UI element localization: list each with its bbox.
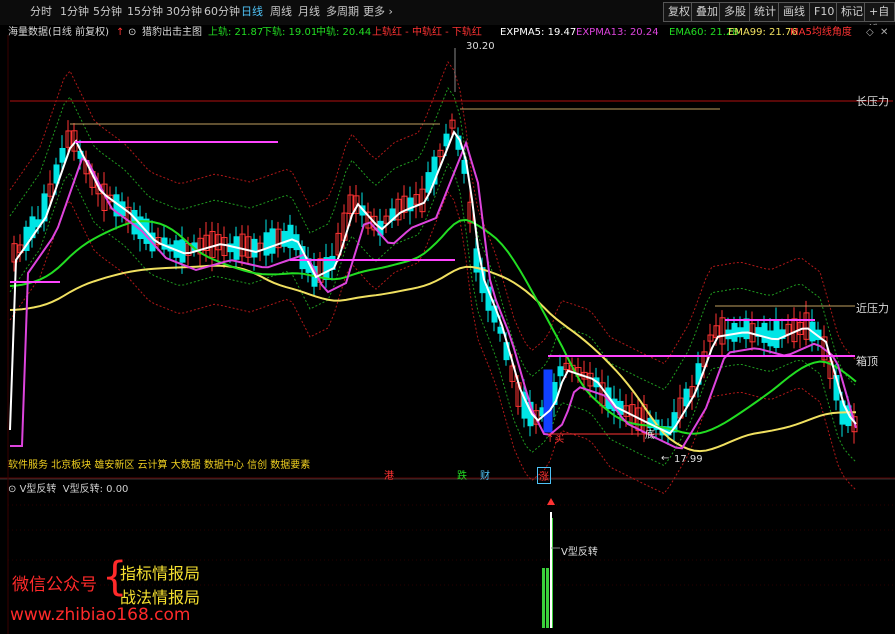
tab-period-minute[interactable]: 分时	[30, 4, 52, 20]
subchart-toggle-icon[interactable]: ⊙	[8, 484, 20, 495]
stats-button[interactable]: 统计	[749, 2, 781, 22]
header-item: MA5均线角度	[790, 27, 852, 38]
header-item: EXPMA13: 20.24	[576, 27, 659, 38]
header-item: EMA99: 21.76	[728, 27, 798, 38]
watermark-wechat: 微信公众号	[12, 575, 97, 595]
candle-body	[287, 224, 294, 249]
candle-body	[263, 232, 270, 256]
add-watchlist-button[interactable]: +自选	[864, 2, 895, 36]
candle-body	[557, 366, 564, 377]
candle-body	[743, 318, 750, 340]
stock-name: 海量数据(日线 前复权)	[8, 27, 109, 38]
candle-body	[161, 237, 168, 250]
kline-chart[interactable]	[0, 25, 895, 634]
indicator-name[interactable]: 猎豹出击主图	[142, 26, 202, 40]
indicator-toggle-icon[interactable]: ⊙	[128, 26, 136, 40]
close-icon[interactable]: ✕	[880, 26, 888, 40]
tab-period-15min[interactable]: 15分钟	[127, 4, 163, 20]
candle-body	[281, 230, 288, 247]
f10-button[interactable]: F10	[809, 2, 840, 22]
watermark-url: www.zhibiao168.com	[10, 605, 191, 625]
tab-period-weekly[interactable]: 周线	[270, 4, 292, 20]
subchart-header: ⊙ V型反转 V型反转: 0.00	[8, 480, 128, 495]
event-marker[interactable]: 跌	[457, 467, 467, 482]
tab-period-daily[interactable]: 日线	[241, 4, 263, 20]
header-item: 中轨: 20.44	[316, 27, 372, 38]
collapse-icon[interactable]: ◇	[866, 26, 874, 40]
candle-body	[773, 319, 780, 348]
header-item: 上轨红 - 中轨红 - 下轨红	[372, 27, 482, 38]
header-item: 上轨: 21.87	[208, 27, 264, 38]
draw-line-button[interactable]: 画线	[778, 2, 810, 22]
event-marker[interactable]: 财	[480, 467, 490, 482]
subchart-value: V型反转: 0.00	[62, 484, 129, 495]
reversal-bar	[542, 568, 545, 628]
tab-period-1min[interactable]: 1分钟	[60, 4, 89, 20]
reversal-bar	[546, 568, 549, 628]
event-marker[interactable]: 港	[384, 467, 394, 482]
signal-candle	[543, 369, 553, 433]
candle-body	[251, 238, 258, 258]
low-price-label: 17.99	[674, 454, 703, 465]
candle-body	[761, 322, 768, 343]
tab-period-multi[interactable]: 多周期	[326, 4, 359, 20]
candle-body	[731, 323, 738, 342]
candle-body	[269, 228, 276, 254]
high-price-label: 30.20	[466, 41, 495, 52]
scrolling-concept-text: 软件服务 北京板块 雄安新区 云计算 大数据 数据中心 信创 数据要素	[8, 460, 311, 471]
subchart-name[interactable]: V型反转	[20, 484, 57, 495]
period-toolbar: 分时 1分钟 5分钟 15分钟 30分钟 60分钟 日线 周线 月线 多周期 更…	[0, 0, 895, 36]
indicator-arrow-icon: ↑	[116, 27, 125, 38]
tab-period-60min[interactable]: 60分钟	[204, 4, 240, 20]
tab-period-30min[interactable]: 30分钟	[166, 4, 202, 20]
candle-body	[59, 147, 66, 163]
bottom-signal-label: 底	[645, 430, 655, 441]
box-top-label: 箱顶	[856, 355, 878, 368]
tab-period-more[interactable]: 更多 ›	[363, 4, 393, 20]
header-item: EXPMA5: 19.47	[500, 27, 577, 38]
tab-period-monthly[interactable]: 月线	[298, 4, 320, 20]
buy-signal-label: ↑买	[546, 434, 565, 445]
event-marker[interactable]: 涨	[537, 467, 551, 484]
multi-stock-button[interactable]: 多股	[719, 2, 751, 22]
reversal-label: V型反转	[561, 547, 598, 558]
low-arrow-icon: ←	[661, 453, 670, 464]
long-pressure-label: 长压力	[856, 95, 889, 108]
near-pressure-label: 近压力	[856, 302, 889, 315]
watermark-name-1: 指标情报局	[120, 564, 201, 583]
tab-period-5min[interactable]: 5分钟	[93, 4, 122, 20]
header-item: 下轨: 19.01	[262, 27, 318, 38]
